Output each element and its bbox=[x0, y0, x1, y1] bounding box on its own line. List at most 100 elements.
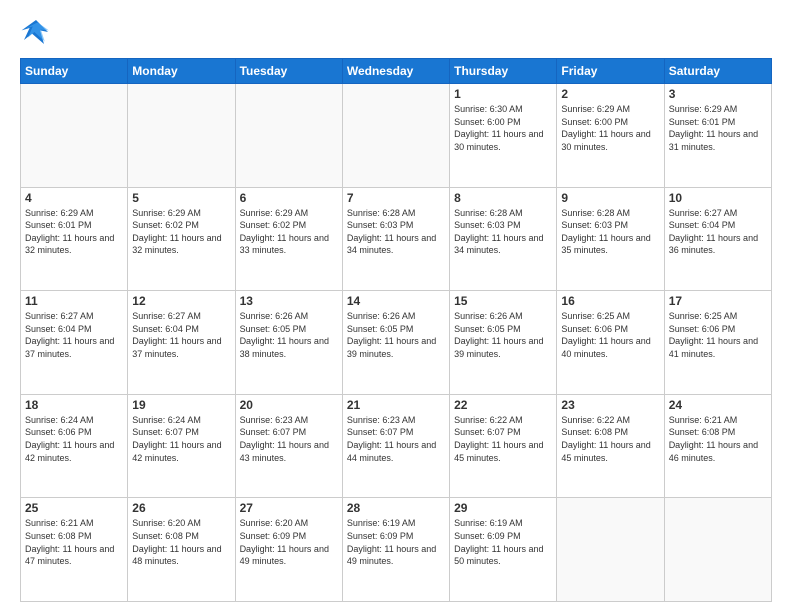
calendar-cell: 1 Sunrise: 6:30 AM Sunset: 6:00 PM Daylig… bbox=[450, 84, 557, 188]
day-info: Sunrise: 6:29 AM Sunset: 6:01 PM Dayligh… bbox=[669, 103, 767, 153]
day-info: Sunrise: 6:30 AM Sunset: 6:00 PM Dayligh… bbox=[454, 103, 552, 153]
page: SundayMondayTuesdayWednesdayThursdayFrid… bbox=[0, 0, 792, 612]
day-info: Sunrise: 6:29 AM Sunset: 6:02 PM Dayligh… bbox=[240, 207, 338, 257]
calendar-cell: 5 Sunrise: 6:29 AM Sunset: 6:02 PM Daylig… bbox=[128, 187, 235, 291]
calendar-week-1: 1 Sunrise: 6:30 AM Sunset: 6:00 PM Daylig… bbox=[21, 84, 772, 188]
calendar-week-5: 25 Sunrise: 6:21 AM Sunset: 6:08 PM Dayli… bbox=[21, 498, 772, 602]
day-number: 5 bbox=[132, 191, 230, 205]
day-info: Sunrise: 6:27 AM Sunset: 6:04 PM Dayligh… bbox=[132, 310, 230, 360]
calendar-cell bbox=[342, 84, 449, 188]
calendar-cell: 10Sunrise: 6:27 AM Sunset: 6:04 PM Dayli… bbox=[664, 187, 771, 291]
calendar-cell: 15 Sunrise: 6:26 AM Sunset: 6:05 PM Dayli… bbox=[450, 291, 557, 395]
calendar-week-4: 18 Sunrise: 6:24 AM Sunset: 6:06 PM Dayli… bbox=[21, 394, 772, 498]
day-number: 3 bbox=[669, 87, 767, 101]
day-number: 7 bbox=[347, 191, 445, 205]
day-info: Sunrise: 6:24 AM Sunset: 6:06 PM Dayligh… bbox=[25, 414, 123, 464]
calendar-cell bbox=[557, 498, 664, 602]
day-number: 20 bbox=[240, 398, 338, 412]
day-number: 21 bbox=[347, 398, 445, 412]
day-number: 1 bbox=[454, 87, 552, 101]
day-info: Sunrise: 6:22 AM Sunset: 6:07 PM Dayligh… bbox=[454, 414, 552, 464]
day-number: 2 bbox=[561, 87, 659, 101]
calendar-cell: 17 Sunrise: 6:25 AM Sunset: 6:06 PM Dayli… bbox=[664, 291, 771, 395]
day-number: 22 bbox=[454, 398, 552, 412]
day-info: Sunrise: 6:19 AM Sunset: 6:09 PM Dayligh… bbox=[347, 517, 445, 567]
calendar-cell: 13 Sunrise: 6:26 AM Sunset: 6:05 PM Dayli… bbox=[235, 291, 342, 395]
day-info: Sunrise: 6:28 AM Sunset: 6:03 PM Dayligh… bbox=[347, 207, 445, 257]
day-number: 17 bbox=[669, 294, 767, 308]
calendar-cell: 8 Sunrise: 6:28 AM Sunset: 6:03 PM Daylig… bbox=[450, 187, 557, 291]
day-info: Sunrise: 6:19 AM Sunset: 6:09 PM Dayligh… bbox=[454, 517, 552, 567]
calendar-cell: 28 Sunrise: 6:19 AM Sunset: 6:09 PM Dayli… bbox=[342, 498, 449, 602]
calendar-cell bbox=[664, 498, 771, 602]
day-info: Sunrise: 6:29 AM Sunset: 6:02 PM Dayligh… bbox=[132, 207, 230, 257]
day-info: Sunrise: 6:25 AM Sunset: 6:06 PM Dayligh… bbox=[669, 310, 767, 360]
calendar-cell: 6 Sunrise: 6:29 AM Sunset: 6:02 PM Daylig… bbox=[235, 187, 342, 291]
calendar-cell: 18 Sunrise: 6:24 AM Sunset: 6:06 PM Dayli… bbox=[21, 394, 128, 498]
calendar-cell: 16 Sunrise: 6:25 AM Sunset: 6:06 PM Dayli… bbox=[557, 291, 664, 395]
day-info: Sunrise: 6:20 AM Sunset: 6:08 PM Dayligh… bbox=[132, 517, 230, 567]
calendar-cell bbox=[235, 84, 342, 188]
day-number: 8 bbox=[454, 191, 552, 205]
day-number: 23 bbox=[561, 398, 659, 412]
calendar-cell: 27 Sunrise: 6:20 AM Sunset: 6:09 PM Dayli… bbox=[235, 498, 342, 602]
calendar-cell: 25 Sunrise: 6:21 AM Sunset: 6:08 PM Dayli… bbox=[21, 498, 128, 602]
day-number: 14 bbox=[347, 294, 445, 308]
weekday-header-sunday: Sunday bbox=[21, 59, 128, 84]
day-number: 13 bbox=[240, 294, 338, 308]
day-number: 27 bbox=[240, 501, 338, 515]
weekday-header-tuesday: Tuesday bbox=[235, 59, 342, 84]
weekday-header-thursday: Thursday bbox=[450, 59, 557, 84]
day-info: Sunrise: 6:27 AM Sunset: 6:04 PM Dayligh… bbox=[25, 310, 123, 360]
day-info: Sunrise: 6:21 AM Sunset: 6:08 PM Dayligh… bbox=[669, 414, 767, 464]
day-info: Sunrise: 6:20 AM Sunset: 6:09 PM Dayligh… bbox=[240, 517, 338, 567]
day-info: Sunrise: 6:26 AM Sunset: 6:05 PM Dayligh… bbox=[347, 310, 445, 360]
logo bbox=[20, 16, 56, 48]
day-number: 25 bbox=[25, 501, 123, 515]
calendar-cell: 3 Sunrise: 6:29 AM Sunset: 6:01 PM Daylig… bbox=[664, 84, 771, 188]
calendar-cell bbox=[128, 84, 235, 188]
calendar-cell: 11 Sunrise: 6:27 AM Sunset: 6:04 PM Dayli… bbox=[21, 291, 128, 395]
calendar-week-2: 4 Sunrise: 6:29 AM Sunset: 6:01 PM Daylig… bbox=[21, 187, 772, 291]
calendar-cell: 14 Sunrise: 6:26 AM Sunset: 6:05 PM Dayli… bbox=[342, 291, 449, 395]
calendar-cell: 4 Sunrise: 6:29 AM Sunset: 6:01 PM Daylig… bbox=[21, 187, 128, 291]
day-number: 28 bbox=[347, 501, 445, 515]
weekday-header-wednesday: Wednesday bbox=[342, 59, 449, 84]
calendar-cell: 7 Sunrise: 6:28 AM Sunset: 6:03 PM Daylig… bbox=[342, 187, 449, 291]
day-info: Sunrise: 6:26 AM Sunset: 6:05 PM Dayligh… bbox=[454, 310, 552, 360]
header bbox=[20, 16, 772, 48]
day-info: Sunrise: 6:23 AM Sunset: 6:07 PM Dayligh… bbox=[240, 414, 338, 464]
day-info: Sunrise: 6:29 AM Sunset: 6:00 PM Dayligh… bbox=[561, 103, 659, 153]
day-number: 19 bbox=[132, 398, 230, 412]
logo-icon bbox=[20, 16, 52, 48]
day-number: 15 bbox=[454, 294, 552, 308]
weekday-header-saturday: Saturday bbox=[664, 59, 771, 84]
calendar-cell: 23Sunrise: 6:22 AM Sunset: 6:08 PM Dayli… bbox=[557, 394, 664, 498]
day-number: 24 bbox=[669, 398, 767, 412]
calendar-header-row: SundayMondayTuesdayWednesdayThursdayFrid… bbox=[21, 59, 772, 84]
day-number: 18 bbox=[25, 398, 123, 412]
day-info: Sunrise: 6:28 AM Sunset: 6:03 PM Dayligh… bbox=[454, 207, 552, 257]
day-number: 29 bbox=[454, 501, 552, 515]
calendar-cell: 21 Sunrise: 6:23 AM Sunset: 6:07 PM Dayli… bbox=[342, 394, 449, 498]
day-number: 10 bbox=[669, 191, 767, 205]
day-number: 12 bbox=[132, 294, 230, 308]
day-number: 4 bbox=[25, 191, 123, 205]
day-info: Sunrise: 6:29 AM Sunset: 6:01 PM Dayligh… bbox=[25, 207, 123, 257]
calendar-cell: 2 Sunrise: 6:29 AM Sunset: 6:00 PM Daylig… bbox=[557, 84, 664, 188]
day-info: Sunrise: 6:23 AM Sunset: 6:07 PM Dayligh… bbox=[347, 414, 445, 464]
day-info: Sunrise: 6:28 AM Sunset: 6:03 PM Dayligh… bbox=[561, 207, 659, 257]
calendar-cell: 29 Sunrise: 6:19 AM Sunset: 6:09 PM Dayli… bbox=[450, 498, 557, 602]
day-number: 6 bbox=[240, 191, 338, 205]
calendar-cell: 9 Sunrise: 6:28 AM Sunset: 6:03 PM Daylig… bbox=[557, 187, 664, 291]
day-number: 9 bbox=[561, 191, 659, 205]
day-info: Sunrise: 6:25 AM Sunset: 6:06 PM Dayligh… bbox=[561, 310, 659, 360]
day-info: Sunrise: 6:21 AM Sunset: 6:08 PM Dayligh… bbox=[25, 517, 123, 567]
day-number: 16 bbox=[561, 294, 659, 308]
day-number: 26 bbox=[132, 501, 230, 515]
calendar-cell: 24 Sunrise: 6:21 AM Sunset: 6:08 PM Dayli… bbox=[664, 394, 771, 498]
calendar-cell bbox=[21, 84, 128, 188]
day-info: Sunrise: 6:26 AM Sunset: 6:05 PM Dayligh… bbox=[240, 310, 338, 360]
day-info: Sunrise: 6:24 AM Sunset: 6:07 PM Dayligh… bbox=[132, 414, 230, 464]
day-number: 11 bbox=[25, 294, 123, 308]
